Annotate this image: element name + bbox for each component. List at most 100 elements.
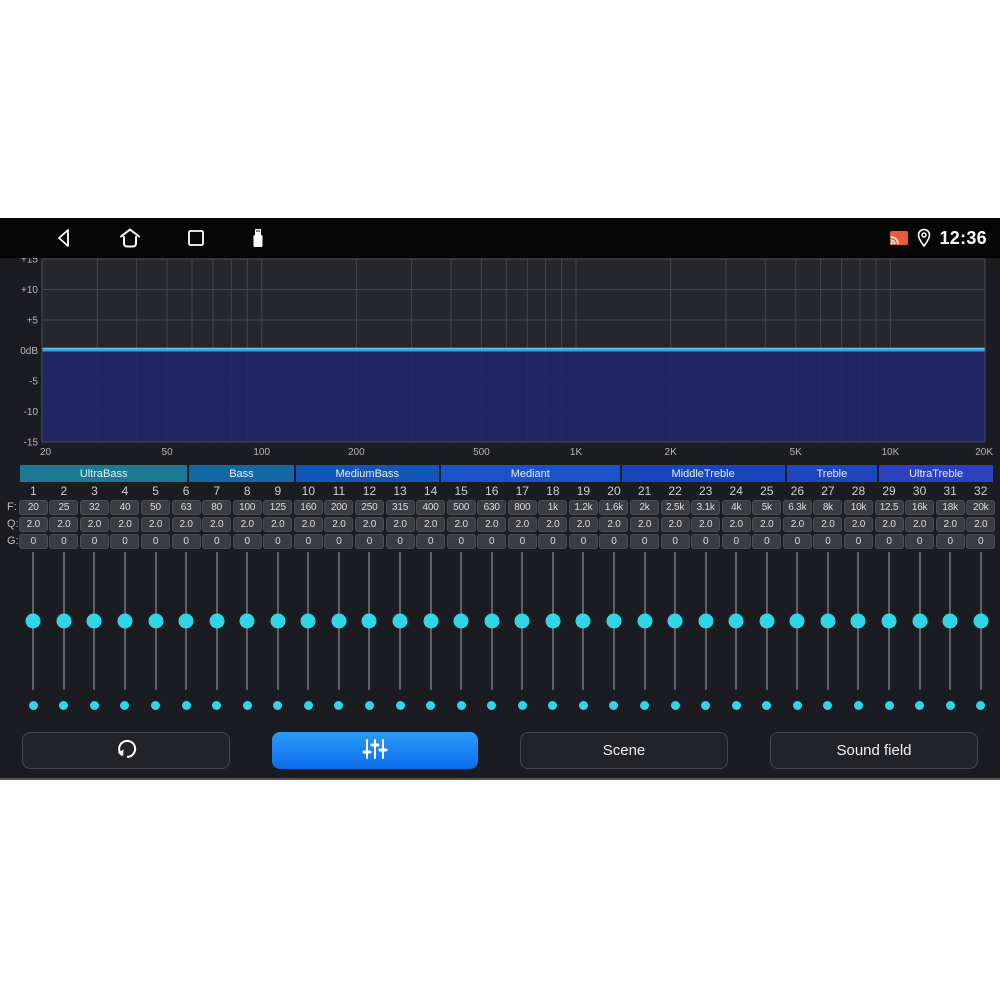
- slider-thumb[interactable]: [698, 613, 714, 629]
- gain-slider[interactable]: [79, 552, 110, 690]
- gain-value[interactable]: 0: [660, 534, 690, 549]
- frequency-value[interactable]: 20k: [966, 500, 996, 515]
- frequency-value[interactable]: 4k: [721, 500, 751, 515]
- gain-slider[interactable]: [385, 552, 416, 690]
- q-value[interactable]: 2.0: [752, 517, 782, 532]
- slider-thumb[interactable]: [392, 613, 408, 629]
- slider-thumb[interactable]: [484, 613, 500, 629]
- gain-value[interactable]: 0: [18, 534, 48, 549]
- gain-value[interactable]: 0: [446, 534, 476, 549]
- q-value[interactable]: 2.0: [782, 517, 812, 532]
- slider-thumb[interactable]: [209, 613, 225, 629]
- gain-slider[interactable]: [324, 552, 355, 690]
- slider-thumb[interactable]: [56, 613, 72, 629]
- frequency-value[interactable]: 315: [385, 500, 415, 515]
- gain-value[interactable]: 0: [416, 534, 446, 549]
- frequency-value[interactable]: 20: [18, 500, 48, 515]
- q-value[interactable]: 2.0: [874, 517, 904, 532]
- slider-thumb[interactable]: [820, 613, 836, 629]
- gain-value[interactable]: 0: [354, 534, 384, 549]
- q-value[interactable]: 2.0: [477, 517, 507, 532]
- gain-slider[interactable]: [690, 552, 721, 690]
- slider-thumb[interactable]: [178, 613, 194, 629]
- q-value[interactable]: 2.0: [110, 517, 140, 532]
- frequency-value[interactable]: 160: [293, 500, 323, 515]
- slider-thumb[interactable]: [545, 613, 561, 629]
- q-value[interactable]: 2.0: [813, 517, 843, 532]
- gain-value[interactable]: 0: [232, 534, 262, 549]
- gain-value[interactable]: 0: [630, 534, 660, 549]
- frequency-value[interactable]: 630: [477, 500, 507, 515]
- slider-thumb[interactable]: [759, 613, 775, 629]
- equalizer-button[interactable]: [272, 732, 478, 769]
- frequency-value[interactable]: 25: [49, 500, 79, 515]
- gain-value[interactable]: 0: [568, 534, 598, 549]
- gain-slider[interactable]: [293, 552, 324, 690]
- gain-slider[interactable]: [599, 552, 630, 690]
- frequency-value[interactable]: 800: [507, 500, 537, 515]
- slider-thumb[interactable]: [86, 613, 102, 629]
- home-icon[interactable]: [118, 227, 142, 249]
- sound-field-button[interactable]: Sound field: [770, 732, 978, 769]
- q-value[interactable]: 2.0: [568, 517, 598, 532]
- gain-value[interactable]: 0: [538, 534, 568, 549]
- slider-thumb[interactable]: [514, 613, 530, 629]
- slider-thumb[interactable]: [300, 613, 316, 629]
- slider-thumb[interactable]: [942, 613, 958, 629]
- frequency-value[interactable]: 5k: [752, 500, 782, 515]
- gain-slider[interactable]: [110, 552, 141, 690]
- q-value[interactable]: 2.0: [18, 517, 48, 532]
- frequency-value[interactable]: 1k: [538, 500, 568, 515]
- q-value[interactable]: 2.0: [79, 517, 109, 532]
- gain-value[interactable]: 0: [202, 534, 232, 549]
- gain-slider[interactable]: [538, 552, 569, 690]
- gain-value[interactable]: 0: [79, 534, 109, 549]
- gain-value[interactable]: 0: [813, 534, 843, 549]
- gain-value[interactable]: 0: [171, 534, 201, 549]
- frequency-value[interactable]: 16k: [905, 500, 935, 515]
- q-value[interactable]: 2.0: [385, 517, 415, 532]
- frequency-value[interactable]: 6.3k: [782, 500, 812, 515]
- gain-slider[interactable]: [232, 552, 263, 690]
- gain-slider[interactable]: [752, 552, 783, 690]
- gain-value[interactable]: 0: [324, 534, 354, 549]
- frequency-value[interactable]: 100: [232, 500, 262, 515]
- frequency-value[interactable]: 250: [354, 500, 384, 515]
- slider-thumb[interactable]: [667, 613, 683, 629]
- frequency-value[interactable]: 2.5k: [660, 500, 690, 515]
- gain-slider[interactable]: [935, 552, 966, 690]
- gain-slider[interactable]: [201, 552, 232, 690]
- gain-slider[interactable]: [782, 552, 813, 690]
- slider-thumb[interactable]: [239, 613, 255, 629]
- slider-thumb[interactable]: [606, 613, 622, 629]
- q-value[interactable]: 2.0: [935, 517, 965, 532]
- frequency-value[interactable]: 50: [141, 500, 171, 515]
- q-value[interactable]: 2.0: [538, 517, 568, 532]
- slider-thumb[interactable]: [423, 613, 439, 629]
- gain-slider[interactable]: [874, 552, 905, 690]
- gain-value[interactable]: 0: [49, 534, 79, 549]
- gain-slider[interactable]: [721, 552, 752, 690]
- gain-slider[interactable]: [904, 552, 935, 690]
- q-value[interactable]: 2.0: [721, 517, 751, 532]
- gain-slider[interactable]: [568, 552, 599, 690]
- q-value[interactable]: 2.0: [324, 517, 354, 532]
- frequency-value[interactable]: 3.1k: [691, 500, 721, 515]
- q-value[interactable]: 2.0: [905, 517, 935, 532]
- gain-slider[interactable]: [140, 552, 171, 690]
- gain-slider[interactable]: [446, 552, 477, 690]
- q-value[interactable]: 2.0: [843, 517, 873, 532]
- gain-value[interactable]: 0: [507, 534, 537, 549]
- gain-slider[interactable]: [415, 552, 446, 690]
- frequency-value[interactable]: 63: [171, 500, 201, 515]
- gain-slider[interactable]: [171, 552, 202, 690]
- gain-value[interactable]: 0: [752, 534, 782, 549]
- slider-thumb[interactable]: [331, 613, 347, 629]
- slider-thumb[interactable]: [148, 613, 164, 629]
- q-value[interactable]: 2.0: [293, 517, 323, 532]
- q-value[interactable]: 2.0: [599, 517, 629, 532]
- back-icon[interactable]: [54, 227, 74, 249]
- frequency-value[interactable]: 8k: [813, 500, 843, 515]
- usb-icon[interactable]: [250, 227, 266, 249]
- frequency-value[interactable]: 80: [202, 500, 232, 515]
